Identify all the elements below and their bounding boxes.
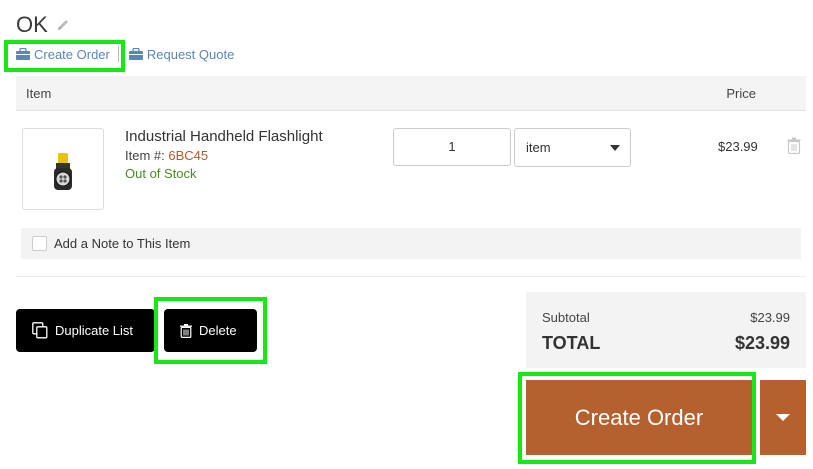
list-actions: Create Order Request Quote [16, 46, 234, 62]
product-name[interactable]: Industrial Handheld Flashlight [125, 128, 323, 145]
duplicate-list-label: Duplicate List [55, 323, 134, 338]
column-header-item: Item [26, 86, 52, 101]
order-summary: Subtotal $23.99 TOTAL $23.99 [526, 292, 806, 368]
product-image[interactable] [22, 128, 104, 210]
edit-pencil-icon[interactable] [56, 18, 70, 32]
table-header: Item Price [16, 76, 806, 111]
column-header-price: Price [726, 86, 756, 101]
item-number-label: Item #: [125, 148, 165, 163]
subtotal-label: Subtotal [542, 310, 590, 325]
delete-label: Delete [199, 323, 237, 338]
add-note-label: Add a Note to This Item [54, 236, 191, 251]
links-divider [117, 46, 119, 62]
add-note-row[interactable]: Add a Note to This Item [21, 228, 801, 259]
subtotal-value: $23.99 [750, 310, 790, 325]
add-note-checkbox[interactable] [32, 236, 47, 251]
create-order-link[interactable]: Create Order [16, 47, 110, 62]
request-quote-link-label: Request Quote [146, 46, 235, 62]
trash-icon[interactable] [787, 137, 801, 154]
total-label: TOTAL [542, 333, 601, 353]
briefcase-icon [128, 48, 143, 60]
duplicate-list-button[interactable]: Duplicate List [16, 309, 155, 352]
total-value: $23.99 [734, 333, 790, 353]
trash-icon [180, 323, 192, 338]
unit-select-value: item [526, 140, 551, 155]
caret-down-icon [776, 414, 790, 421]
delete-list-button[interactable]: Delete [164, 309, 257, 352]
unit-select[interactable]: item [514, 128, 631, 167]
item-number-value: 6BC45 [168, 148, 209, 163]
create-order-button[interactable]: Create Order [526, 380, 752, 455]
create-order-link-label: Create Order [34, 46, 110, 62]
briefcase-icon [16, 48, 30, 60]
product-item-number: Item #: 6BC45 [125, 148, 208, 163]
copy-icon [32, 322, 48, 339]
request-quote-link[interactable]: Request Quote [128, 46, 235, 62]
create-order-dropdown-toggle[interactable] [760, 380, 806, 455]
item-price: $23.99 [718, 139, 758, 154]
stock-status: Out of Stock [125, 166, 197, 181]
list-title-row: OK [16, 12, 70, 38]
flashlight-image [54, 153, 72, 190]
quantity-input[interactable]: 1 [393, 128, 511, 166]
divider [16, 276, 806, 277]
create-order-button-label: Create Order [574, 404, 704, 430]
list-title: OK [16, 12, 48, 37]
caret-down-icon [610, 145, 620, 151]
